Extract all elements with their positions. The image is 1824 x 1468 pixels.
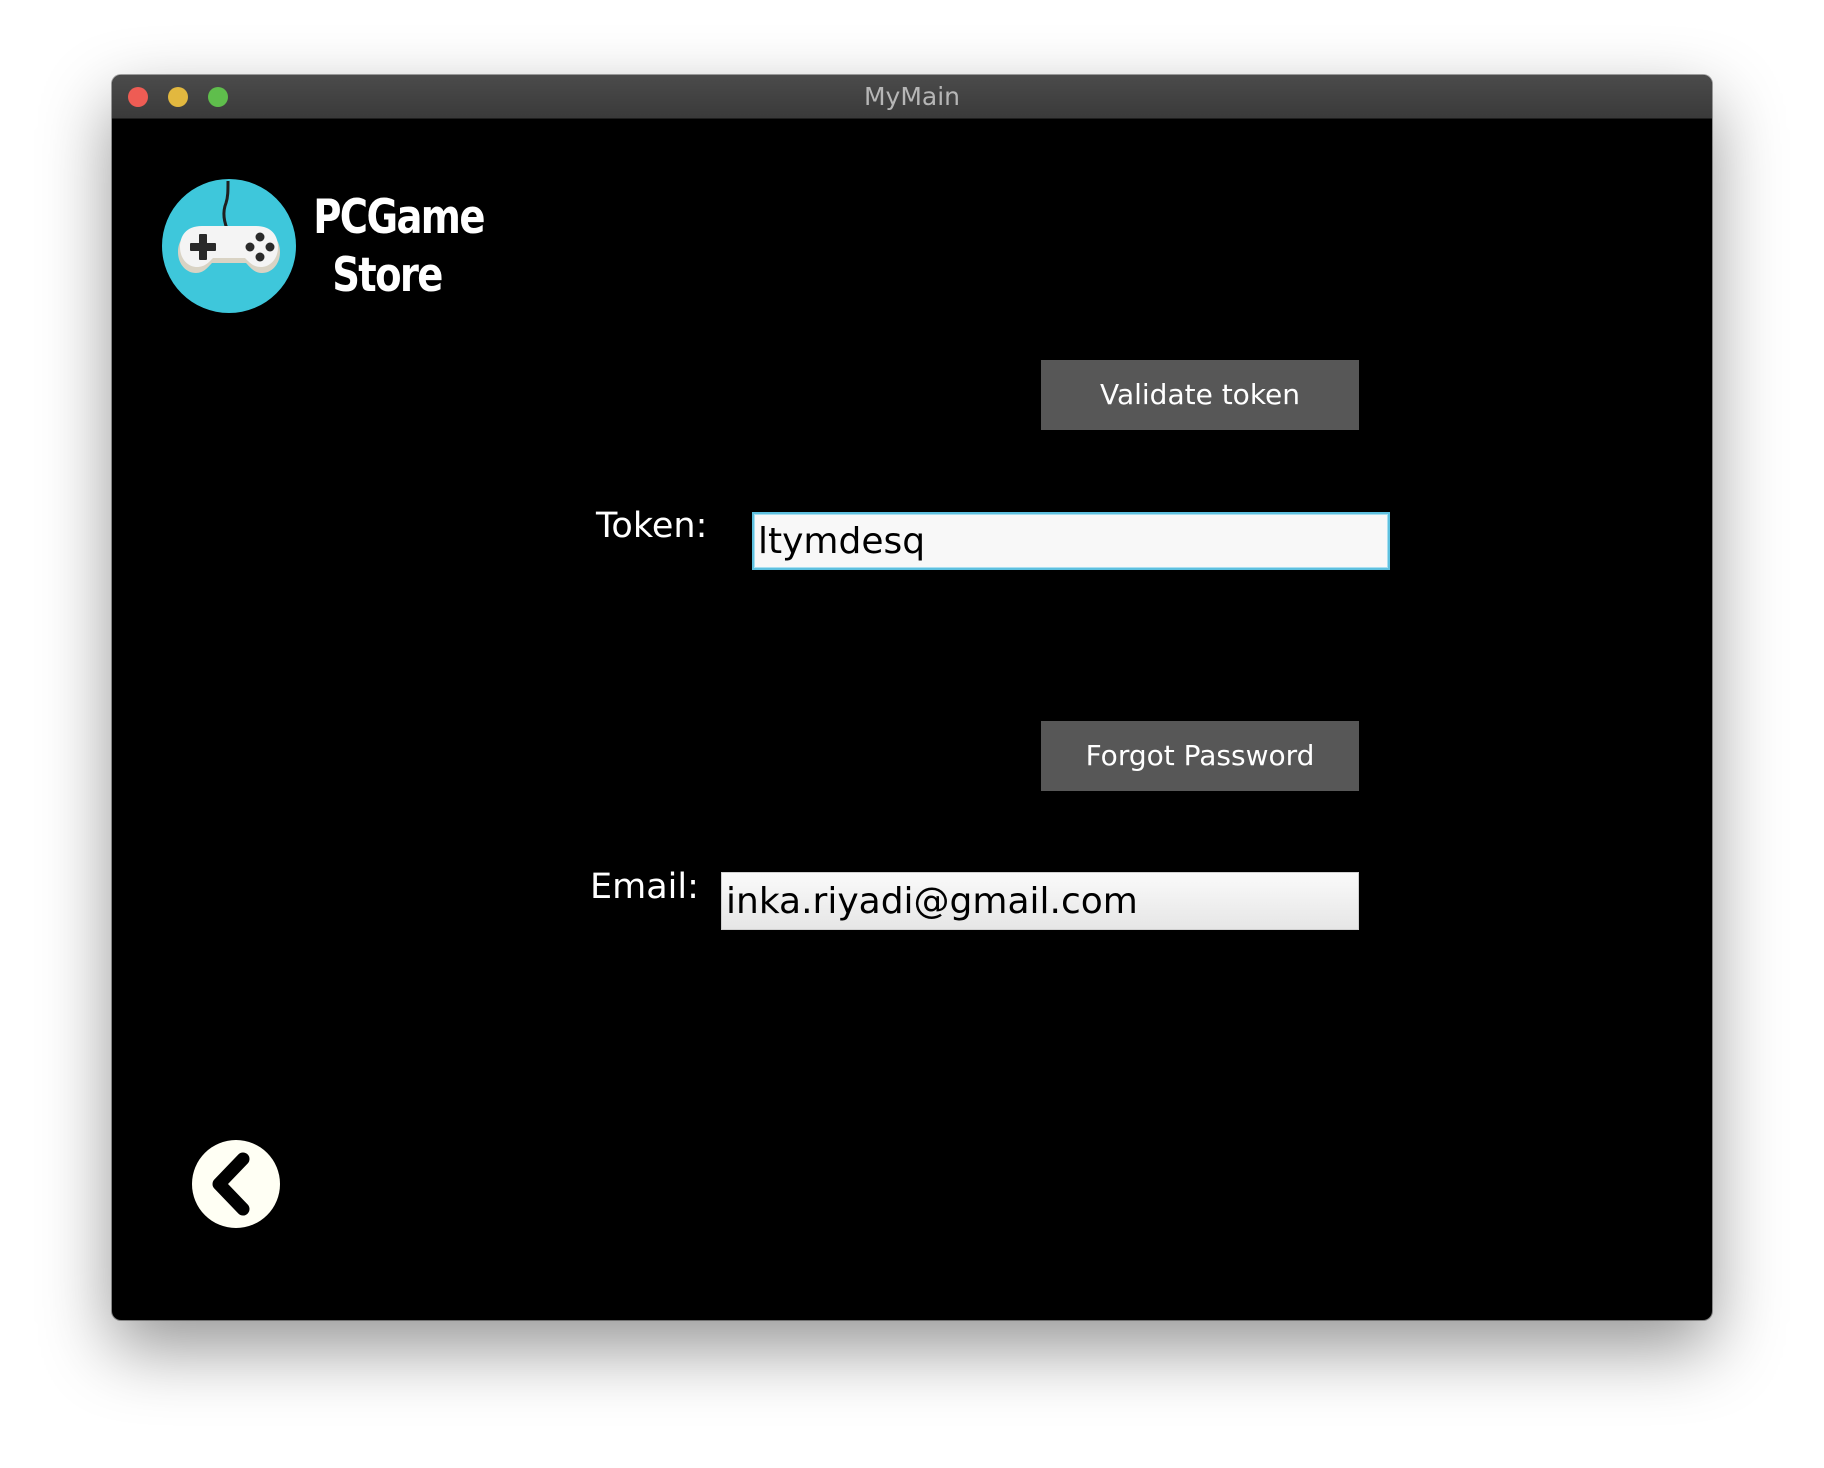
logo-line-1: PCGame: [313, 190, 485, 245]
logo-line-2: Store: [332, 248, 443, 303]
forgot-password-button[interactable]: Forgot Password: [1041, 721, 1359, 791]
title-bar[interactable]: MyMain: [112, 75, 1712, 119]
token-input[interactable]: [752, 512, 1390, 570]
main-content: PCGame Store Validate token Token: Forgo…: [112, 119, 1712, 1320]
email-label: Email:: [590, 867, 699, 907]
window-title: MyMain: [863, 82, 961, 111]
store-logo: PCGame Store: [162, 179, 502, 319]
email-input[interactable]: [721, 872, 1359, 930]
gamepad-icon: [162, 179, 296, 313]
validate-token-button[interactable]: Validate token: [1041, 360, 1359, 430]
back-button[interactable]: [191, 1139, 281, 1229]
app-window: MyMain PCGame Store Validate token Token…: [112, 75, 1712, 1320]
logo-text: PCGame Store: [313, 189, 485, 305]
token-label: Token:: [596, 506, 708, 546]
